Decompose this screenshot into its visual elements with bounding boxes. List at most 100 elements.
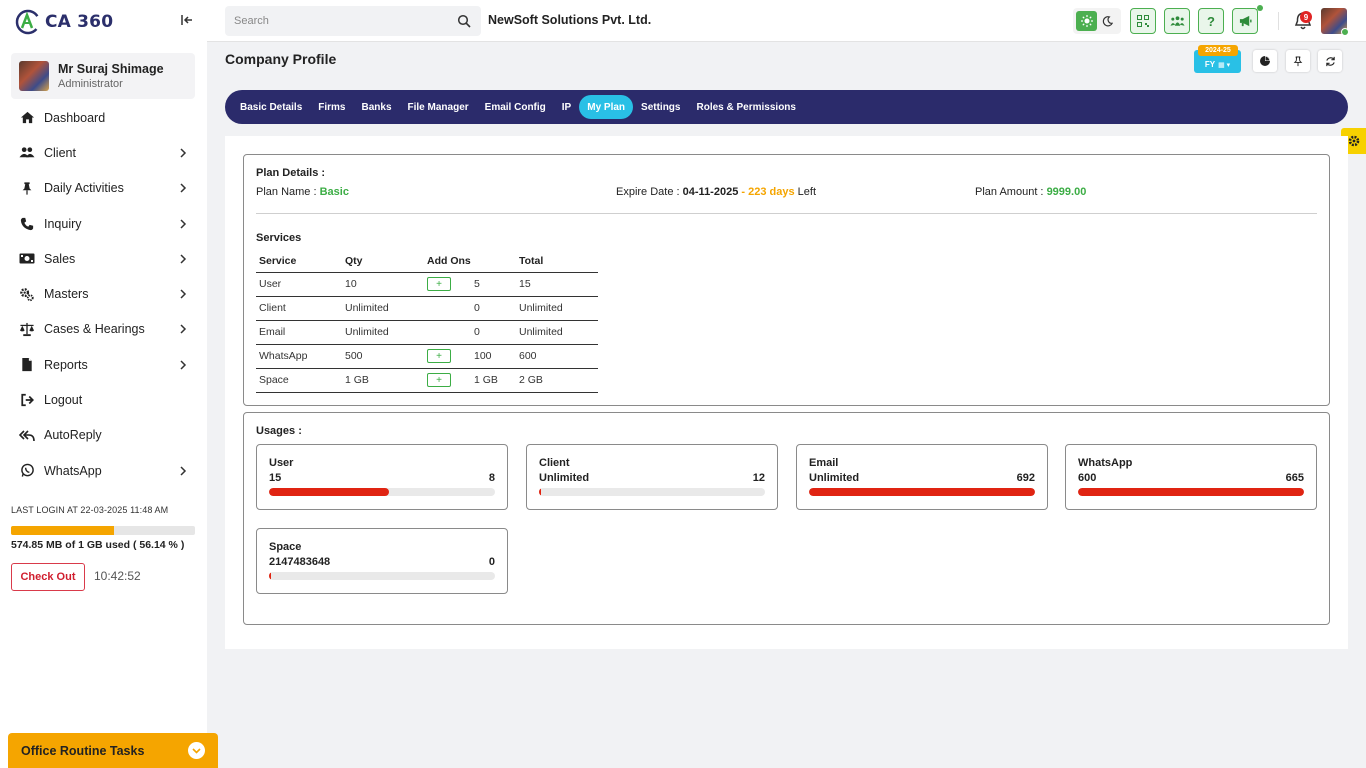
addons-cell: +1 GB	[424, 368, 516, 393]
team-button[interactable]	[1164, 8, 1190, 34]
chevron-right-icon	[180, 254, 187, 264]
services-heading: Services	[256, 232, 302, 244]
sidebar-item-label: Sales	[44, 251, 76, 266]
money-icon	[19, 251, 35, 267]
last-login-text: LAST LOGIN AT 22-03-2025 11:48 AM	[11, 505, 169, 515]
days-left-value: 223 days	[748, 186, 795, 198]
sidebar-item-whatsapp[interactable]: WhatsApp	[0, 453, 207, 488]
chevron-down-icon[interactable]	[188, 742, 205, 759]
tab-firms[interactable]: Firms	[310, 95, 353, 119]
chevron-right-icon	[180, 324, 187, 334]
tab-basic-details[interactable]: Basic Details	[232, 95, 310, 119]
pin-button[interactable]	[1286, 50, 1310, 72]
logout-icon	[19, 392, 35, 408]
plan-details-heading: Plan Details :	[256, 167, 326, 179]
chevron-right-icon	[180, 466, 187, 476]
users-icon	[19, 145, 35, 161]
sidebar-item-sales[interactable]: Sales	[0, 241, 207, 276]
reply-all-icon	[19, 427, 35, 443]
addons-cell: 0	[424, 320, 516, 345]
usage-progress-fill	[269, 572, 272, 580]
sidebar-item-label: Daily Activities	[44, 181, 124, 196]
office-routine-tasks-label: Office Routine Tasks	[21, 743, 145, 758]
sidebar-item-inquiry[interactable]: Inquiry	[0, 206, 207, 241]
user-profile-card[interactable]: Mr Suraj Shimage Administrator	[11, 53, 195, 99]
company-name: NewSoft Solutions Pvt. Ltd.	[488, 13, 652, 27]
gear-icon	[1348, 135, 1359, 147]
tab-settings[interactable]: Settings	[633, 95, 688, 119]
usage-progress-bar	[1078, 488, 1304, 496]
service-cell: WhatsApp	[256, 344, 342, 369]
storage-usage-text: 574.85 MB of 1 GB used ( 56.14 % )	[11, 539, 185, 551]
usage-name: Email	[809, 457, 839, 469]
total-cell: 2 GB	[516, 368, 598, 393]
qr-code-button[interactable]	[1130, 8, 1156, 34]
addon-value: 5	[474, 277, 480, 290]
office-routine-tasks-panel[interactable]: Office Routine Tasks	[8, 733, 218, 768]
sidebar-item-dashboard[interactable]: Dashboard	[0, 100, 207, 135]
page-title: Company Profile	[225, 51, 337, 67]
usages-heading: Usages :	[256, 425, 302, 437]
table-row: Email Unlimited 0 Unlimited	[256, 320, 598, 345]
sidebar-item-reports[interactable]: Reports	[0, 347, 207, 382]
company-profile-tabs: Basic Details Firms Banks File Manager E…	[225, 90, 1348, 124]
user-role: Administrator	[58, 78, 123, 90]
tab-email-config[interactable]: Email Config	[477, 95, 554, 119]
announcement-dot	[1257, 5, 1263, 11]
usage-card-whatsapp: WhatsApp 600 665	[1065, 444, 1317, 510]
days-left-suffix: Left	[797, 186, 817, 198]
pin-icon	[19, 180, 35, 196]
document-icon	[19, 357, 35, 373]
collapse-sidebar-icon[interactable]	[179, 12, 195, 28]
sidebar-item-daily-activities[interactable]: Daily Activities	[0, 171, 207, 206]
add-whatsapp-addon-button[interactable]: +	[427, 349, 451, 363]
usage-progress-fill	[539, 488, 542, 496]
sidebar-item-masters[interactable]: Masters	[0, 276, 207, 311]
plan-amount-label: Plan Amount :	[975, 186, 1044, 198]
sidebar-item-logout[interactable]: Logout	[0, 382, 207, 417]
sidebar-item-client[interactable]: Client	[0, 135, 207, 170]
help-button[interactable]: ?	[1198, 8, 1224, 34]
sun-icon[interactable]	[1076, 11, 1097, 31]
addon-value: 0	[474, 302, 480, 314]
check-out-button[interactable]: Check Out	[11, 563, 85, 591]
usage-name: Client	[539, 457, 570, 469]
usage-progress-fill	[1078, 488, 1304, 496]
qty-cell: Unlimited	[342, 320, 424, 345]
total-cell: Unlimited	[516, 296, 598, 321]
tab-ip[interactable]: IP	[554, 95, 579, 119]
tab-banks[interactable]: Banks	[354, 95, 400, 119]
app-logo[interactable]: CA 360	[14, 8, 113, 36]
sidebar-item-cases-hearings[interactable]: Cases & Hearings	[0, 312, 207, 347]
usage-name: Space	[269, 541, 302, 553]
usage-limit: 15	[269, 472, 282, 484]
usage-progress-fill	[269, 488, 389, 496]
qr-code-icon	[1137, 15, 1149, 27]
question-icon: ?	[1207, 13, 1215, 29]
tab-file-manager[interactable]: File Manager	[400, 95, 477, 119]
total-cell: 600	[516, 344, 598, 369]
search-icon[interactable]	[457, 14, 471, 28]
usage-used: 12	[752, 472, 765, 484]
refresh-button[interactable]	[1318, 50, 1342, 72]
service-cell: User	[256, 272, 342, 297]
fy-label: FY	[1204, 60, 1216, 69]
sidebar-nav: Dashboard Client Daily Activities Inquir…	[0, 100, 207, 488]
addon-value: 100	[474, 349, 492, 362]
chevron-right-icon	[180, 219, 187, 229]
team-icon	[1169, 16, 1185, 26]
tab-my-plan[interactable]: My Plan	[579, 95, 634, 119]
sidebar-item-autoreply[interactable]: AutoReply	[0, 418, 207, 453]
tab-roles-permissions[interactable]: Roles & Permissions	[688, 95, 803, 119]
add-space-addon-button[interactable]: +	[427, 373, 451, 387]
add-user-addon-button[interactable]: +	[427, 277, 451, 291]
notification-badge: 9	[1300, 11, 1312, 23]
search-input[interactable]	[234, 15, 444, 27]
theme-toggle[interactable]	[1073, 8, 1121, 34]
chart-button[interactable]	[1253, 50, 1277, 72]
moon-icon[interactable]	[1097, 11, 1118, 31]
announcement-button[interactable]	[1232, 8, 1258, 34]
sidebar-item-label: AutoReply	[44, 428, 102, 443]
storage-progress-fill	[11, 526, 115, 535]
scale-icon	[19, 321, 35, 337]
